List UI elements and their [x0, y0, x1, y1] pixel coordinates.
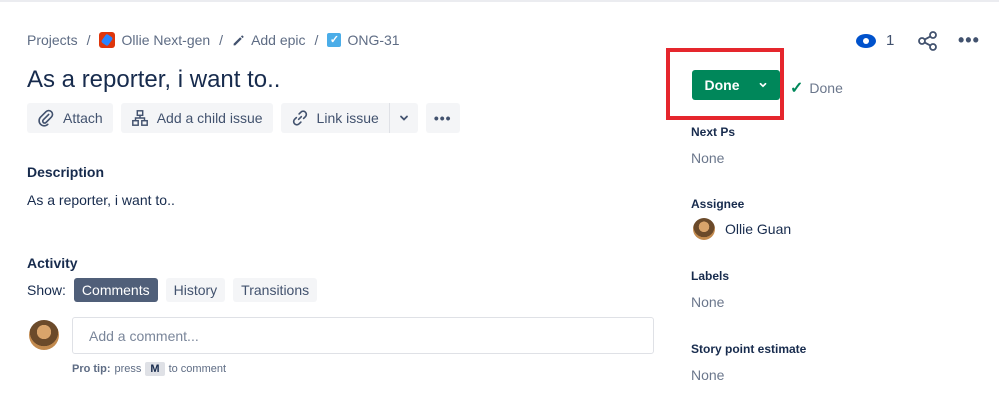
story-check-icon: ✓	[327, 33, 342, 47]
story-point-label: Story point estimate	[691, 342, 807, 356]
paperclip-icon	[38, 109, 54, 127]
share-icon[interactable]	[917, 30, 939, 52]
status-label: Done	[704, 77, 740, 93]
tab-history[interactable]: History	[165, 278, 226, 302]
keyboard-shortcut-key: M	[145, 362, 165, 376]
watchers-count: 1	[886, 32, 895, 49]
assignee-avatar	[693, 218, 715, 240]
add-child-issue-button[interactable]: Add a child issue	[120, 103, 273, 133]
link-issue-dropdown-button[interactable]	[388, 103, 418, 133]
breadcrumb-projects[interactable]: Projects	[27, 32, 78, 48]
chevron-down-icon	[399, 115, 408, 121]
breadcrumb-separator: /	[314, 32, 319, 48]
comment-placeholder: Add a comment...	[89, 327, 199, 344]
issue-title[interactable]: As a reporter, i want to..	[27, 66, 280, 94]
pencil-icon	[233, 34, 244, 45]
activity-filter: Show: Comments History Transitions	[27, 278, 318, 302]
child-issue-icon	[131, 110, 148, 126]
breadcrumb-separator: /	[86, 32, 91, 48]
link-issue-button[interactable]: Link issue	[280, 103, 389, 133]
link-icon	[292, 110, 307, 126]
more-actions-button[interactable]: •••	[425, 103, 460, 133]
resolution-status: ✓ Done	[790, 80, 843, 97]
story-point-value[interactable]: None	[691, 367, 724, 383]
chevron-down-icon	[759, 82, 766, 88]
assignee-name: Ollie Guan	[725, 221, 792, 237]
description-text[interactable]: As a reporter, i want to..	[27, 192, 175, 208]
breadcrumb: Projects / Ollie Next-gen / Add epic / ✓…	[27, 32, 400, 48]
comment-input[interactable]: Add a comment...	[72, 317, 654, 354]
next-ps-label: Next Ps	[691, 125, 736, 139]
issue-action-bar: Attach Add a child issue Link issue •••	[27, 103, 460, 133]
labels-label: Labels	[691, 269, 730, 283]
tab-comments[interactable]: Comments	[73, 278, 158, 302]
labels-value[interactable]: None	[691, 294, 724, 310]
pro-tip: Pro tip: press M to comment	[72, 362, 227, 376]
breadcrumb-add-epic[interactable]: Add epic	[232, 32, 306, 48]
checkmark-icon: ✓	[790, 80, 804, 97]
status-dropdown-button[interactable]: Done	[692, 70, 780, 100]
more-icon[interactable]: •••	[958, 30, 980, 51]
show-label: Show:	[27, 282, 66, 298]
link-issue-split-button: Link issue	[280, 103, 418, 133]
top-divider	[0, 0, 999, 2]
current-user-avatar	[29, 320, 59, 350]
attach-button[interactable]: Attach	[27, 103, 113, 133]
activity-heading: Activity	[27, 255, 78, 271]
watch-button[interactable]: 1	[856, 32, 894, 49]
breadcrumb-issue-key[interactable]: ✓ ONG-31	[327, 32, 400, 48]
assignee-label: Assignee	[691, 197, 745, 211]
assignee-field[interactable]: Ollie Guan	[693, 218, 791, 240]
description-heading: Description	[27, 164, 105, 180]
next-ps-value[interactable]: None	[691, 150, 724, 166]
project-icon	[99, 32, 116, 48]
breadcrumb-separator: /	[219, 32, 224, 48]
tab-transitions[interactable]: Transitions	[233, 278, 318, 302]
breadcrumb-project[interactable]: Ollie Next-gen	[99, 32, 210, 48]
eye-icon	[856, 33, 876, 48]
